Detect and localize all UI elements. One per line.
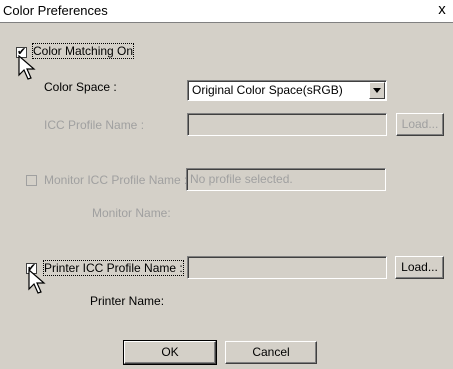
- cancel-button[interactable]: Cancel: [225, 341, 317, 364]
- monitor-profile-label: Monitor ICC Profile Name :: [44, 173, 188, 187]
- monitor-profile-checkbox: [26, 175, 37, 186]
- icc-profile-field: [187, 113, 387, 136]
- printer-profile-label[interactable]: Printer ICC Profile Name :: [43, 260, 184, 276]
- icc-load-button: Load...: [396, 113, 444, 136]
- monitor-profile-field: No profile selected.: [186, 168, 386, 191]
- ok-button[interactable]: OK: [123, 340, 217, 365]
- printer-name-label: Printer Name:: [90, 294, 165, 308]
- close-icon[interactable]: x: [434, 2, 450, 18]
- title-bar: Color Preferences x: [0, 0, 453, 23]
- mouse-pointer-icon: [28, 269, 46, 294]
- chevron-down-icon[interactable]: [369, 82, 385, 99]
- window-title: Color Preferences: [3, 3, 108, 18]
- printer-profile-field: [187, 256, 387, 279]
- mouse-pointer-icon: [18, 55, 36, 80]
- monitor-name-label: Monitor Name:: [92, 206, 171, 220]
- printer-load-button[interactable]: Load...: [395, 256, 444, 279]
- color-space-select[interactable]: Original Color Space(sRGB): [187, 80, 387, 101]
- color-space-value: Original Color Space(sRGB): [192, 83, 343, 97]
- color-space-label: Color Space :: [44, 80, 117, 94]
- icc-profile-label: ICC Profile Name :: [44, 118, 145, 132]
- color-matching-label[interactable]: Color Matching On: [31, 43, 135, 59]
